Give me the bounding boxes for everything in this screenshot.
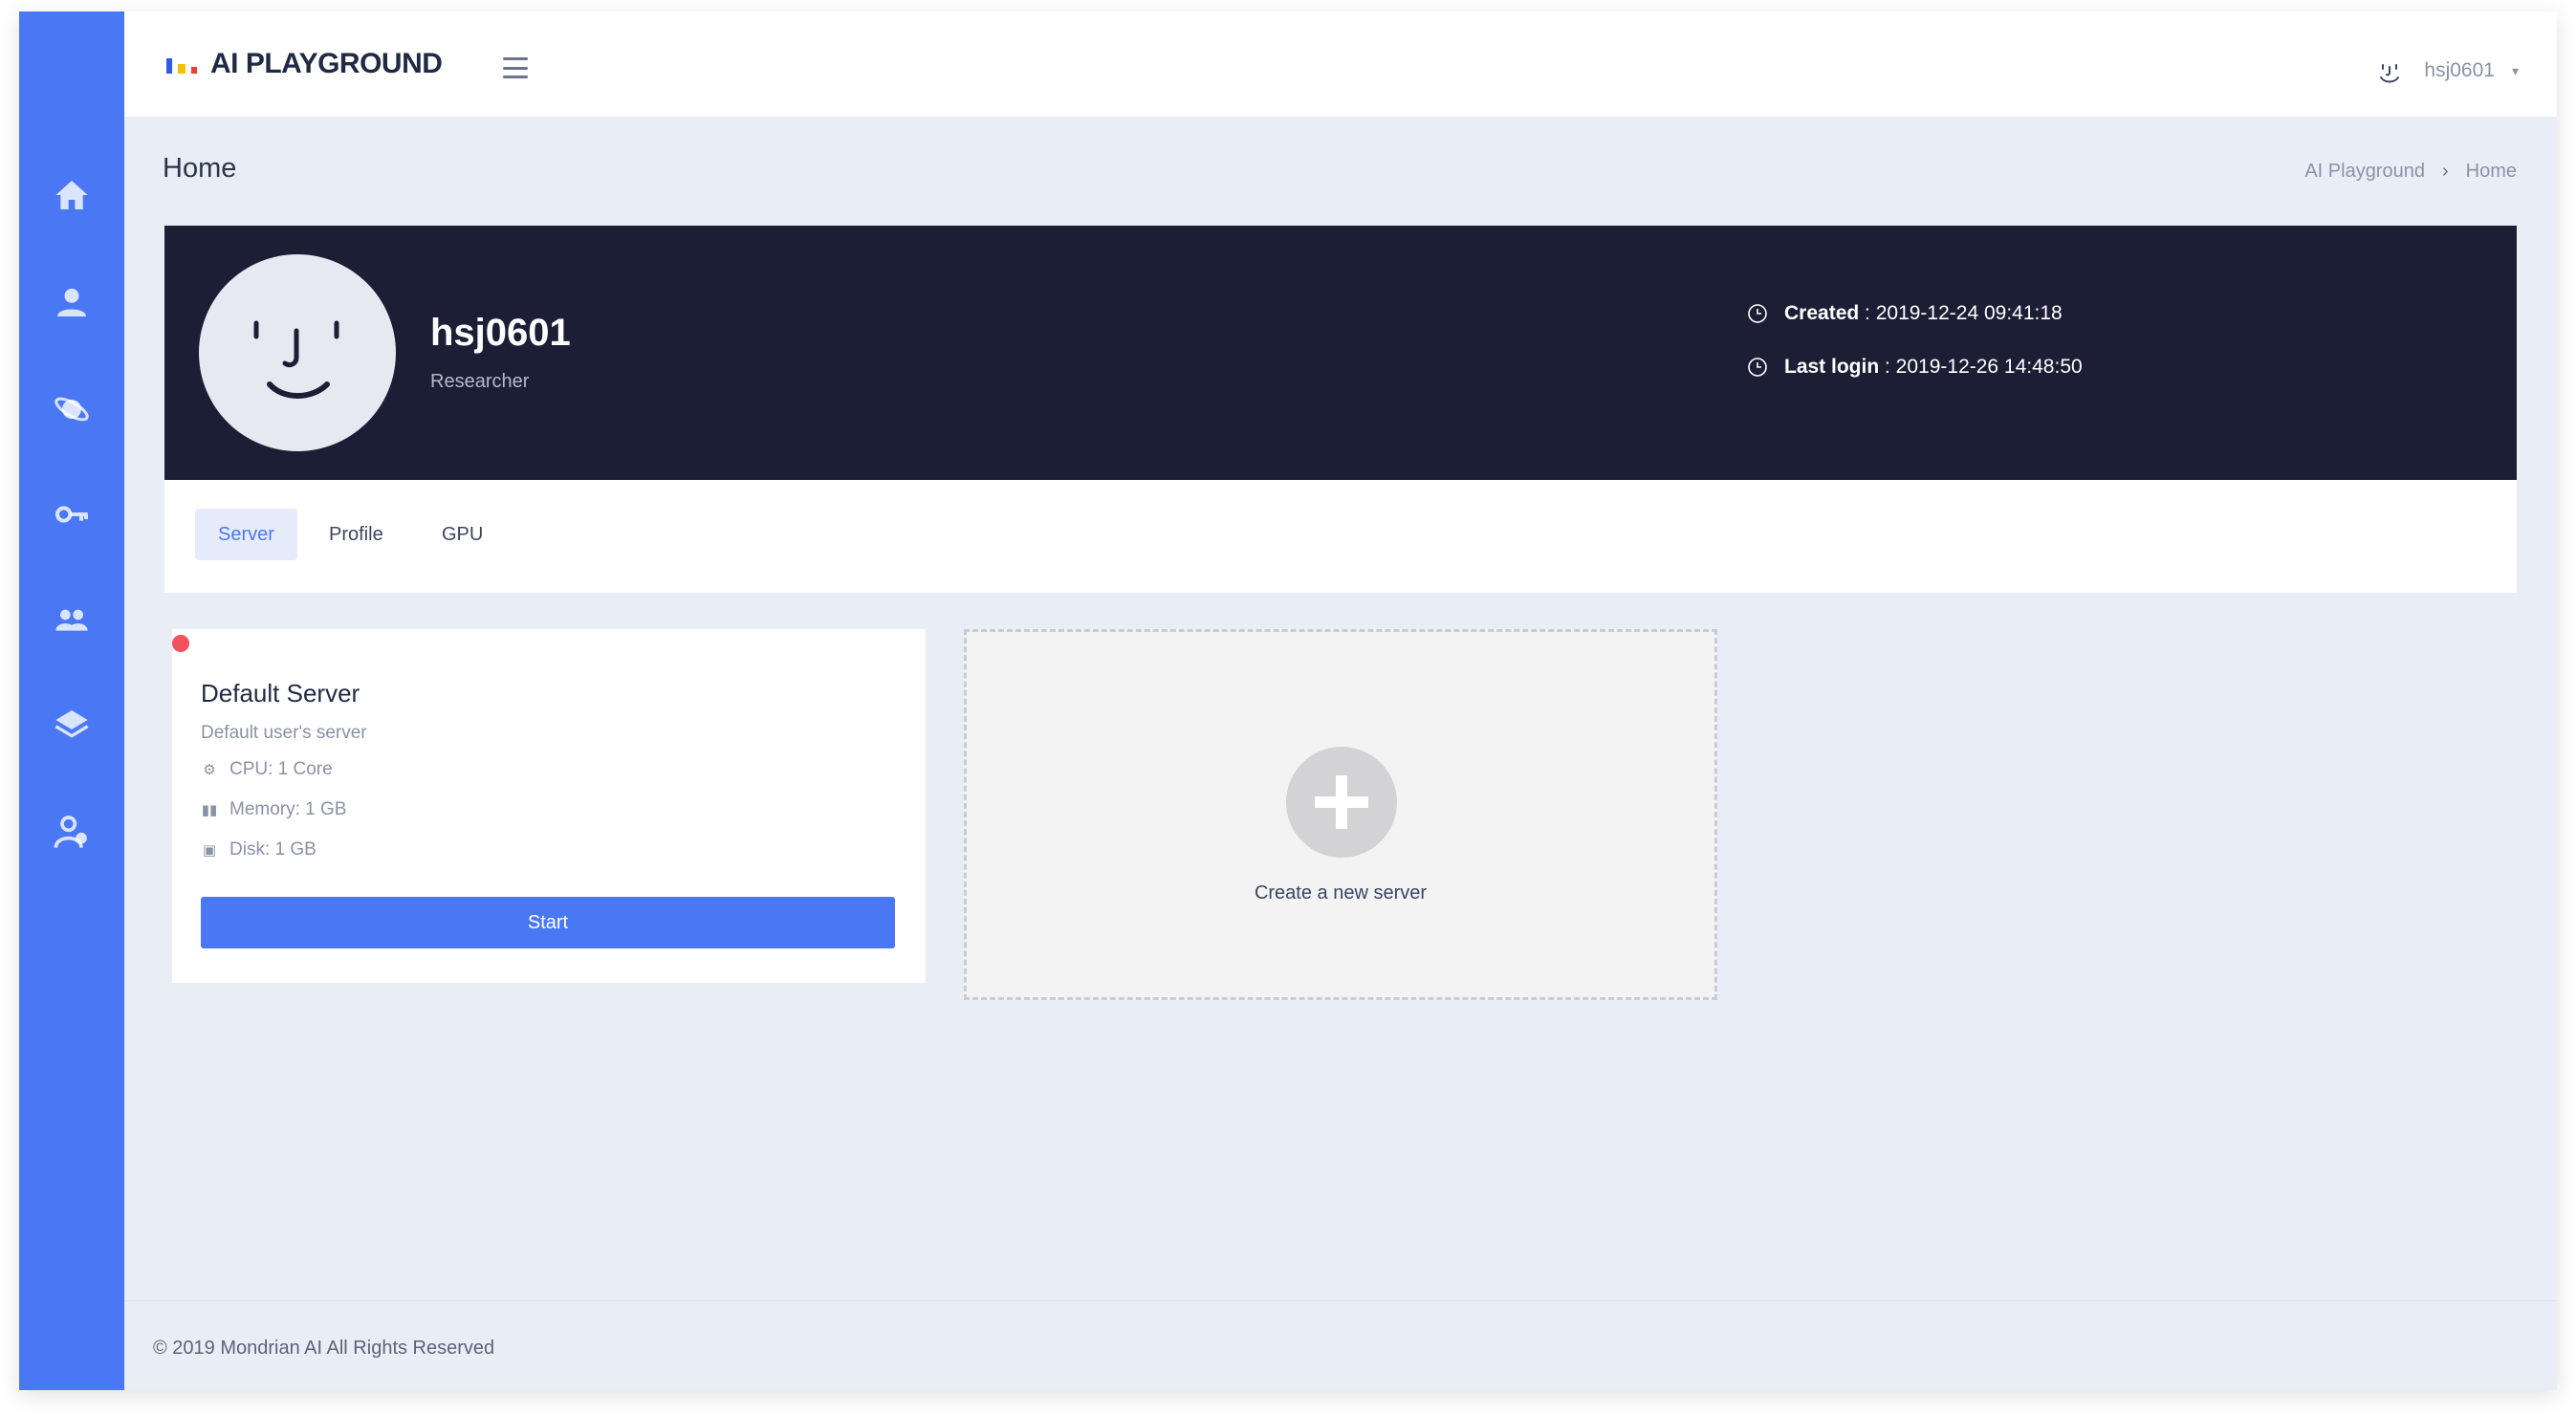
tab-gpu[interactable]: GPU xyxy=(419,509,506,560)
chevron-down-icon: ▾ xyxy=(2511,62,2519,78)
layers-icon[interactable] xyxy=(49,702,95,748)
created-value: : 2019-12-24 09:41:18 xyxy=(1859,302,2063,324)
memory-icon: ▮▮ xyxy=(201,802,218,818)
logo-mark-icon xyxy=(166,54,197,74)
footer-copyright: © 2019 Mondrian AI All Rights Reserved xyxy=(153,1338,495,1359)
tab-server[interactable]: Server xyxy=(195,509,297,560)
menu-toggle-icon[interactable] xyxy=(503,57,528,78)
tab-profile[interactable]: Profile xyxy=(306,509,406,560)
server-description: Default user's server xyxy=(201,723,367,743)
clock-icon xyxy=(1748,304,1767,323)
cpu-icon: ⚙ xyxy=(203,762,216,778)
breadcrumb: AI Playground › Home xyxy=(2304,161,2517,183)
group-icon[interactable] xyxy=(49,597,95,642)
profile-role: Researcher xyxy=(430,371,530,392)
server-memory-text: Memory: 1 GB xyxy=(229,799,347,819)
user-menu[interactable]: hsj0601 ▾ xyxy=(2372,54,2519,88)
planet-icon[interactable] xyxy=(49,386,95,432)
create-server-label: Create a new server xyxy=(1254,882,1428,903)
breadcrumb-link-ai-playground[interactable]: AI Playground xyxy=(2304,161,2425,183)
start-button[interactable]: Start xyxy=(201,897,895,948)
footer: © 2019 Mondrian AI All Rights Reserved xyxy=(124,1300,2557,1390)
created-info: Created : 2019-12-24 09:41:18 xyxy=(1746,302,2063,325)
chevron-right-icon: › xyxy=(2441,161,2449,182)
server-disk: ▣ Disk: 1 GB xyxy=(201,839,317,860)
profile-banner: hsj0601 Researcher Created : 2019-12-24 … xyxy=(164,226,2517,480)
clock-icon xyxy=(1748,358,1767,377)
server-cpu-text: CPU: 1 Core xyxy=(229,759,333,779)
app-window: AI PLAYGROUND hsj0601 ▾ Home AI Playgrou… xyxy=(19,11,2557,1390)
home-icon[interactable] xyxy=(49,172,95,218)
app-title: AI PLAYGROUND xyxy=(210,48,443,79)
app-logo[interactable]: AI PLAYGROUND xyxy=(166,44,443,84)
create-server-card[interactable]: Create a new server xyxy=(964,629,1717,1000)
server-cpu: ⚙ CPU: 1 Core xyxy=(201,759,333,780)
server-disk-text: Disk: 1 GB xyxy=(229,839,317,860)
team-admin-icon[interactable] xyxy=(49,809,95,855)
key-icon[interactable] xyxy=(49,491,95,537)
sidebar xyxy=(19,11,124,1390)
breadcrumb-current: Home xyxy=(2465,161,2517,182)
server-title: Default Server xyxy=(201,679,360,708)
disk-icon: ▣ xyxy=(202,842,217,859)
smiley-avatar-icon xyxy=(253,320,339,399)
last-login-label: Last login xyxy=(1784,356,1880,378)
profile-avatar xyxy=(199,254,396,451)
user-icon[interactable] xyxy=(49,279,95,325)
last-login-value: : 2019-12-26 14:48:50 xyxy=(1879,356,2083,378)
header-username: hsj0601 xyxy=(2424,59,2495,81)
server-memory: ▮▮ Memory: 1 GB xyxy=(201,799,347,820)
created-label: Created xyxy=(1784,302,1860,324)
profile-username: hsj0601 xyxy=(430,312,571,354)
top-bar: AI PLAYGROUND hsj0601 ▾ xyxy=(124,11,2557,117)
status-indicator xyxy=(172,635,189,652)
avatar-icon xyxy=(2380,64,2400,83)
plus-icon xyxy=(1286,747,1397,858)
last-login-info: Last login : 2019-12-26 14:48:50 xyxy=(1746,356,2083,379)
page-title: Home xyxy=(163,153,237,184)
tabs-bar: Server Profile GPU xyxy=(164,480,2517,593)
server-card: Default Server Default user's server ⚙ C… xyxy=(172,629,926,983)
